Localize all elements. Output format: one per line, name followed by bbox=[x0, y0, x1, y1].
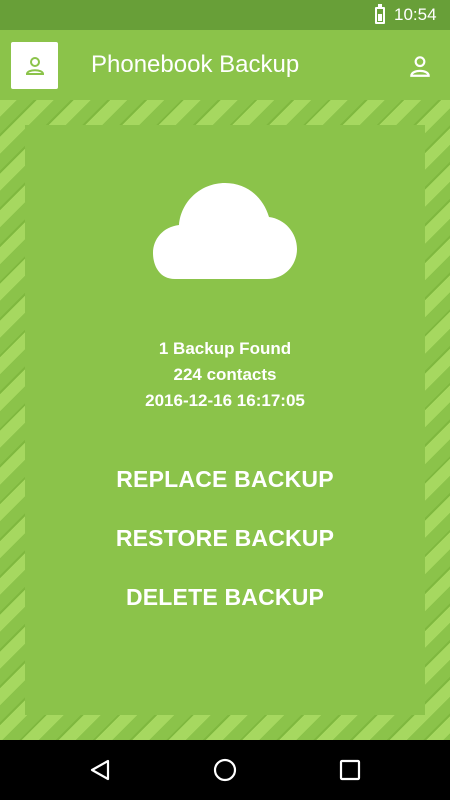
back-icon bbox=[90, 759, 110, 781]
app-bar: Phonebook Backup bbox=[0, 30, 450, 100]
recents-icon bbox=[339, 759, 361, 781]
restore-backup-button[interactable]: RESTORE BACKUP bbox=[25, 525, 425, 552]
person-icon bbox=[25, 56, 44, 75]
account-button[interactable] bbox=[400, 46, 440, 86]
recents-button[interactable] bbox=[335, 755, 365, 785]
backup-timestamp-text: 2016-12-16 16:17:05 bbox=[145, 391, 305, 410]
profile-button[interactable] bbox=[11, 42, 58, 89]
replace-backup-button[interactable]: REPLACE BACKUP bbox=[25, 466, 425, 493]
cloud-icon bbox=[153, 183, 297, 279]
backup-found-text: 1 Backup Found bbox=[158, 339, 292, 358]
contacts-count-text: 224 contacts bbox=[173, 365, 277, 384]
status-bar: 10:54 bbox=[0, 0, 450, 30]
navigation-bar bbox=[0, 740, 450, 800]
delete-backup-button[interactable]: DELETE BACKUP bbox=[25, 584, 425, 611]
account-icon bbox=[410, 56, 430, 77]
battery-icon bbox=[375, 4, 385, 24]
app-title: Phonebook Backup bbox=[91, 51, 300, 78]
home-icon bbox=[213, 758, 237, 782]
status-time: 10:54 bbox=[394, 5, 437, 24]
back-button[interactable] bbox=[85, 755, 115, 785]
home-button[interactable] bbox=[210, 755, 240, 785]
